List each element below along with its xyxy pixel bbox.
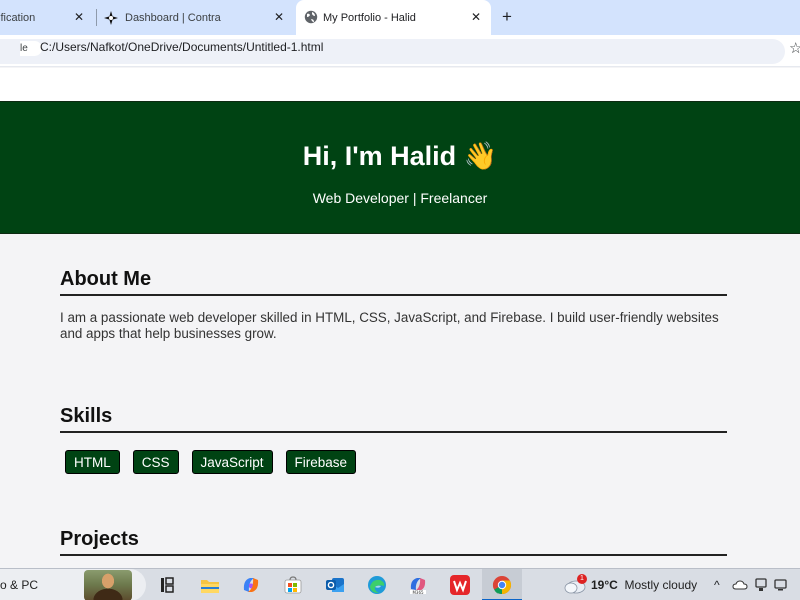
- hero-header: Hi, I'm Halid 👋 Web Developer | Freelanc…: [0, 101, 800, 234]
- chrome-icon[interactable]: [491, 574, 513, 596]
- tab-title: ification: [0, 11, 36, 24]
- skill-badge-firebase: Firebase: [285, 450, 357, 474]
- tab-notification[interactable]: ification ✕: [0, 0, 94, 35]
- about-section: About Me I am a passionate web developer…: [60, 267, 727, 342]
- tab-title: Dashboard | Contra: [125, 12, 221, 24]
- wps-office-icon[interactable]: [449, 574, 471, 596]
- file-explorer-icon[interactable]: [199, 574, 221, 596]
- windows-taskbar: o & PC M365 1 19°C Mostly cloudy ^: [0, 568, 800, 600]
- close-icon[interactable]: ✕: [272, 10, 286, 24]
- chevron-up-icon[interactable]: ^: [714, 578, 720, 592]
- projects-section: Projects: [60, 527, 727, 556]
- skill-list: HTML CSS JavaScript Firebase: [65, 450, 357, 474]
- skill-badge-css: CSS: [132, 450, 179, 474]
- about-text: I am a passionate web developer skilled …: [60, 310, 719, 341]
- skills-section: Skills HTML CSS JavaScript Firebase: [60, 404, 727, 474]
- browser-tab-strip: ification ✕ Dashboard | Contra ✕ My Port…: [0, 0, 800, 35]
- skills-heading: Skills: [60, 404, 727, 433]
- page-viewport: Hi, I'm Halid 👋 Web Developer | Freelanc…: [0, 68, 800, 568]
- microsoft-store-icon[interactable]: [282, 574, 304, 596]
- taskbar-search-box[interactable]: o & PC: [0, 569, 146, 600]
- page-top-strip: [0, 68, 800, 101]
- tab-title: My Portfolio - Halid: [323, 12, 416, 24]
- new-tab-button[interactable]: +: [498, 8, 516, 26]
- device-icon[interactable]: [753, 577, 769, 593]
- close-icon[interactable]: ✕: [72, 10, 86, 24]
- contra-favicon-icon: [104, 11, 118, 25]
- weather-text[interactable]: 19°C Mostly cloudy: [591, 578, 697, 592]
- outlook-icon[interactable]: [324, 574, 346, 596]
- weather-alert-badge: 1: [577, 574, 587, 584]
- network-icon[interactable]: [773, 577, 789, 593]
- site-info-chip[interactable]: le: [20, 41, 42, 56]
- weather-temperature: 19°C: [591, 578, 618, 592]
- search-highlight-image: [84, 570, 132, 600]
- about-heading: About Me: [60, 267, 727, 296]
- hero-subtitle: Web Developer | Freelancer: [312, 190, 488, 206]
- skill-badge-html: HTML: [65, 450, 120, 474]
- close-icon[interactable]: ✕: [469, 10, 483, 24]
- weather-condition: Mostly cloudy: [624, 578, 698, 592]
- copilot-icon[interactable]: [240, 574, 262, 596]
- projects-heading: Projects: [60, 527, 727, 556]
- tab-my-portfolio[interactable]: My Portfolio - Halid ✕: [296, 0, 491, 35]
- url-text[interactable]: C:/Users/Nafkot/OneDrive/Documents/Untit…: [40, 40, 323, 55]
- hero-title: Hi, I'm Halid 👋: [302, 141, 498, 171]
- skill-badge-javascript: JavaScript: [191, 450, 273, 474]
- m365-copilot-icon[interactable]: M365: [407, 574, 429, 596]
- tab-dashboard-contra[interactable]: Dashboard | Contra ✕: [98, 0, 294, 35]
- search-placeholder: o & PC: [0, 578, 39, 592]
- tab-separator: [96, 9, 97, 26]
- svg-text:M365: M365: [412, 590, 424, 595]
- bookmark-star-icon[interactable]: ☆: [789, 41, 800, 56]
- onedrive-cloud-icon[interactable]: [732, 577, 748, 593]
- browser-toolbar: le C:/Users/Nafkot/OneDrive/Documents/Un…: [0, 35, 800, 67]
- task-view-icon[interactable]: [156, 574, 178, 596]
- globe-icon: [304, 10, 318, 24]
- edge-icon[interactable]: [366, 574, 388, 596]
